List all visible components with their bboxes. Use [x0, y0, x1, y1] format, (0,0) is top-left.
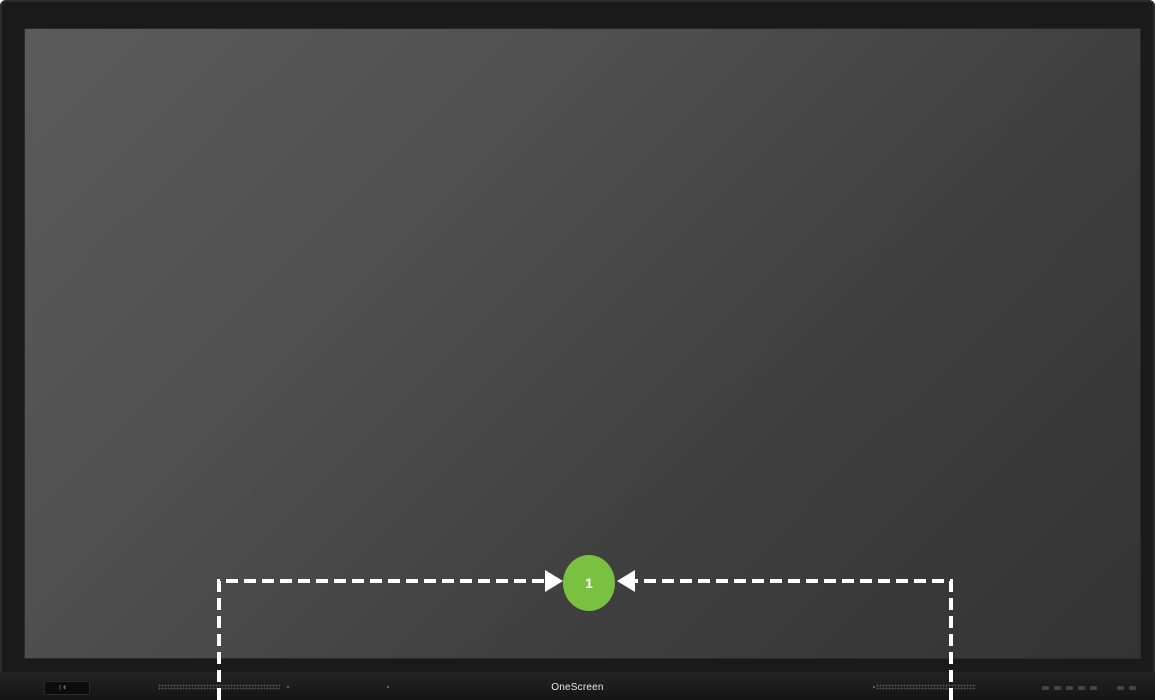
right-dashed-connector	[632, 579, 953, 700]
left-dashed-connector	[217, 579, 548, 700]
right-pointing-arrowhead	[545, 570, 563, 592]
left-pointing-arrowhead	[617, 570, 635, 592]
callout-number: 1	[585, 575, 593, 591]
interactive-display: ▯◖ OneScreen 1	[0, 0, 1155, 700]
